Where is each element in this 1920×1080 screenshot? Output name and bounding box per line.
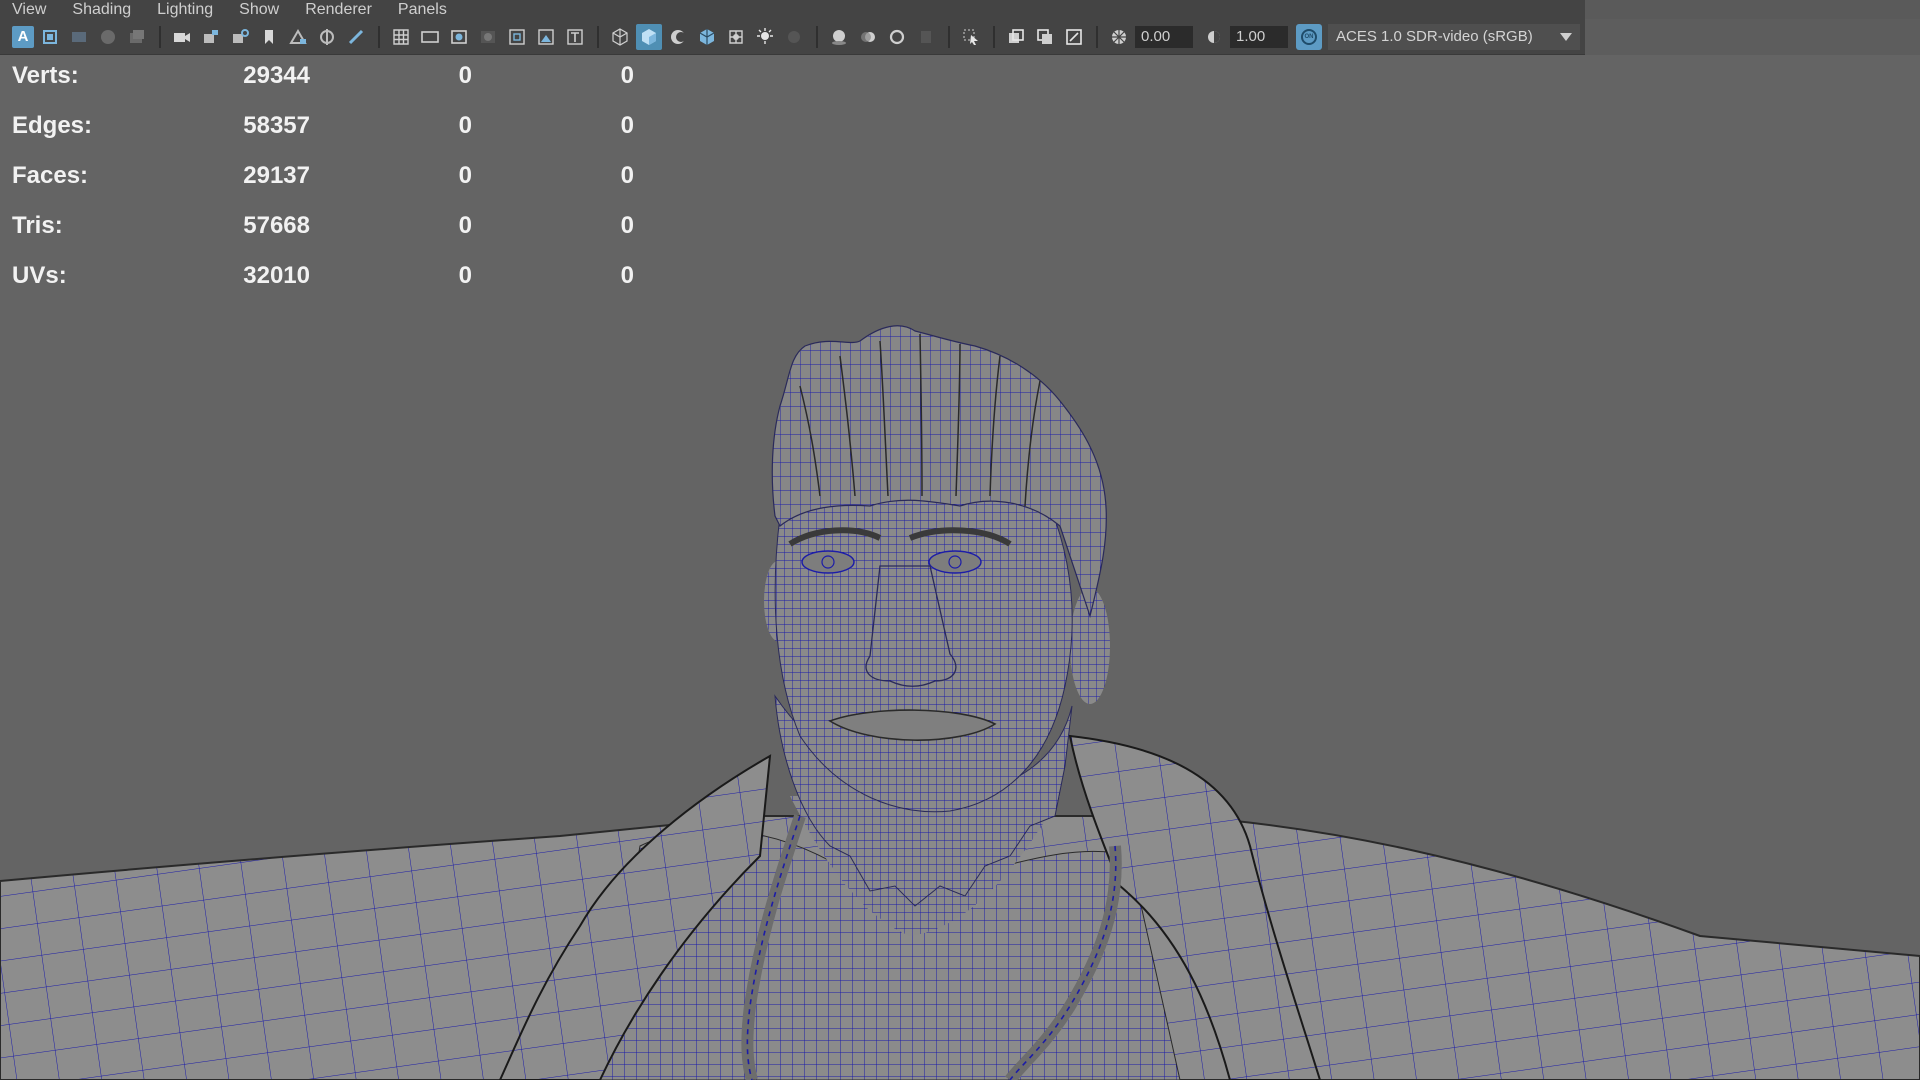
default-material-icon[interactable]: [665, 24, 691, 50]
hud-label: Verts:: [12, 62, 79, 89]
frame-selection-icon[interactable]: [66, 24, 92, 50]
wireframe-icon[interactable]: [607, 24, 633, 50]
hud-row-tris: Tris: 57668 0 0: [12, 212, 652, 262]
menu-panels[interactable]: Panels: [398, 1, 447, 19]
image-plane-icon[interactable]: [285, 24, 311, 50]
safe-action-icon[interactable]: [533, 24, 559, 50]
hud-label: Edges:: [12, 112, 93, 139]
two-d-pan-zoom-icon[interactable]: [314, 24, 340, 50]
gamma-icon[interactable]: [1201, 24, 1227, 50]
viewport-menu-bar: View Shading Lighting Show Renderer Pane…: [0, 0, 1585, 19]
color-management-on-badge: ON: [1301, 28, 1317, 45]
xray-icon[interactable]: [723, 24, 749, 50]
shadows-icon[interactable]: [781, 24, 807, 50]
toolbar-filler: [1585, 19, 1920, 55]
hud-row-edges: Edges: 58357 0 0: [12, 112, 652, 162]
backface-icon[interactable]: [1061, 24, 1087, 50]
field-chart-icon[interactable]: [504, 24, 530, 50]
wireframe-on-shaded-icon[interactable]: [694, 24, 720, 50]
hud-selected: 0: [458, 162, 472, 189]
hud-total: 32010: [243, 262, 310, 289]
hud-total: 57668: [243, 212, 310, 239]
hud-total: 29344: [243, 62, 310, 89]
frame-all-icon[interactable]: [37, 24, 63, 50]
menu-bar-filler: [1585, 0, 1920, 19]
ambient-occlusion-icon[interactable]: [826, 24, 852, 50]
chevron-down-icon[interactable]: [1552, 24, 1580, 50]
hud-label: UVs:: [12, 262, 67, 289]
toolbar-separator: [1096, 25, 1098, 48]
left-eye-mesh: [801, 550, 855, 574]
hud-row-faces: Faces: 29137 0 0: [12, 162, 652, 212]
smooth-shade-icon[interactable]: [636, 23, 662, 50]
hud-third: 0: [620, 62, 634, 89]
hud-third: 0: [620, 162, 634, 189]
depth-of-field-icon[interactable]: [913, 24, 939, 50]
toolbar-separator: [597, 25, 599, 48]
hud-row-verts: Verts: 29344 0 0: [12, 62, 652, 112]
hud-label: Faces:: [12, 162, 89, 189]
toolbar-separator: [948, 25, 950, 48]
camera-lock-icon[interactable]: [227, 24, 253, 50]
hud-third: 0: [620, 262, 634, 289]
xray-joints-icon[interactable]: [1003, 24, 1029, 50]
grid-icon[interactable]: [388, 24, 414, 50]
view-transform-dropdown[interactable]: ACES 1.0 SDR-video (sRGB): [1328, 23, 1580, 50]
xray-active-icon[interactable]: [1032, 24, 1058, 50]
hud-third: 0: [620, 112, 634, 139]
safe-title-icon[interactable]: [562, 24, 588, 50]
color-management-toggle[interactable]: ON: [1296, 23, 1322, 50]
isolate-select-icon[interactable]: [958, 24, 984, 50]
menu-lighting[interactable]: Lighting: [157, 1, 213, 19]
attribute-editor-icon[interactable]: A: [12, 25, 34, 48]
toolbar-separator: [378, 25, 380, 48]
use-all-lights-icon[interactable]: [752, 24, 778, 50]
anti-aliasing-icon[interactable]: [884, 24, 910, 50]
bookmark-icon[interactable]: [256, 24, 282, 50]
right-eye-mesh: [928, 550, 982, 574]
hud-label: Tris:: [12, 212, 63, 239]
motion-blur-icon[interactable]: [855, 24, 881, 50]
hud-third: 0: [620, 212, 634, 239]
toolbar-separator: [816, 25, 818, 48]
select-camera-icon[interactable]: [169, 24, 195, 50]
poly-count-hud: Verts: 29344 0 0 Edges: 58357 0 0 Faces:…: [12, 62, 652, 312]
camera-attributes-icon[interactable]: [198, 24, 224, 50]
gamma-field[interactable]: 1.00: [1230, 25, 1288, 48]
toolbar-separator: [993, 25, 995, 48]
menu-renderer[interactable]: Renderer: [305, 1, 372, 19]
view-transform-label: ACES 1.0 SDR-video (sRGB): [1336, 28, 1533, 45]
menu-view[interactable]: View: [12, 1, 46, 19]
menu-show[interactable]: Show: [239, 1, 279, 19]
exposure-icon[interactable]: [1106, 24, 1132, 50]
layers-icon[interactable]: [124, 24, 150, 50]
hud-total: 58357: [243, 112, 310, 139]
viewport-toolbar: A 0.00 1.00 ON ACES 1.0 SDR-video (sRGB): [0, 19, 1585, 55]
sphere-icon[interactable]: [95, 24, 121, 50]
hud-selected: 0: [458, 262, 472, 289]
hud-total: 29137: [243, 162, 310, 189]
hud-row-uvs: UVs: 32010 0 0: [12, 262, 652, 312]
hud-selected: 0: [458, 62, 472, 89]
film-gate-icon[interactable]: [417, 24, 443, 50]
exposure-field[interactable]: 0.00: [1135, 25, 1193, 48]
hud-selected: 0: [458, 212, 472, 239]
grease-pencil-icon[interactable]: [343, 24, 369, 50]
menu-shading[interactable]: Shading: [72, 1, 131, 19]
resolution-gate-icon[interactable]: [446, 24, 472, 50]
gate-mask-icon[interactable]: [475, 24, 501, 50]
toolbar-separator: [159, 25, 161, 48]
hud-selected: 0: [458, 112, 472, 139]
